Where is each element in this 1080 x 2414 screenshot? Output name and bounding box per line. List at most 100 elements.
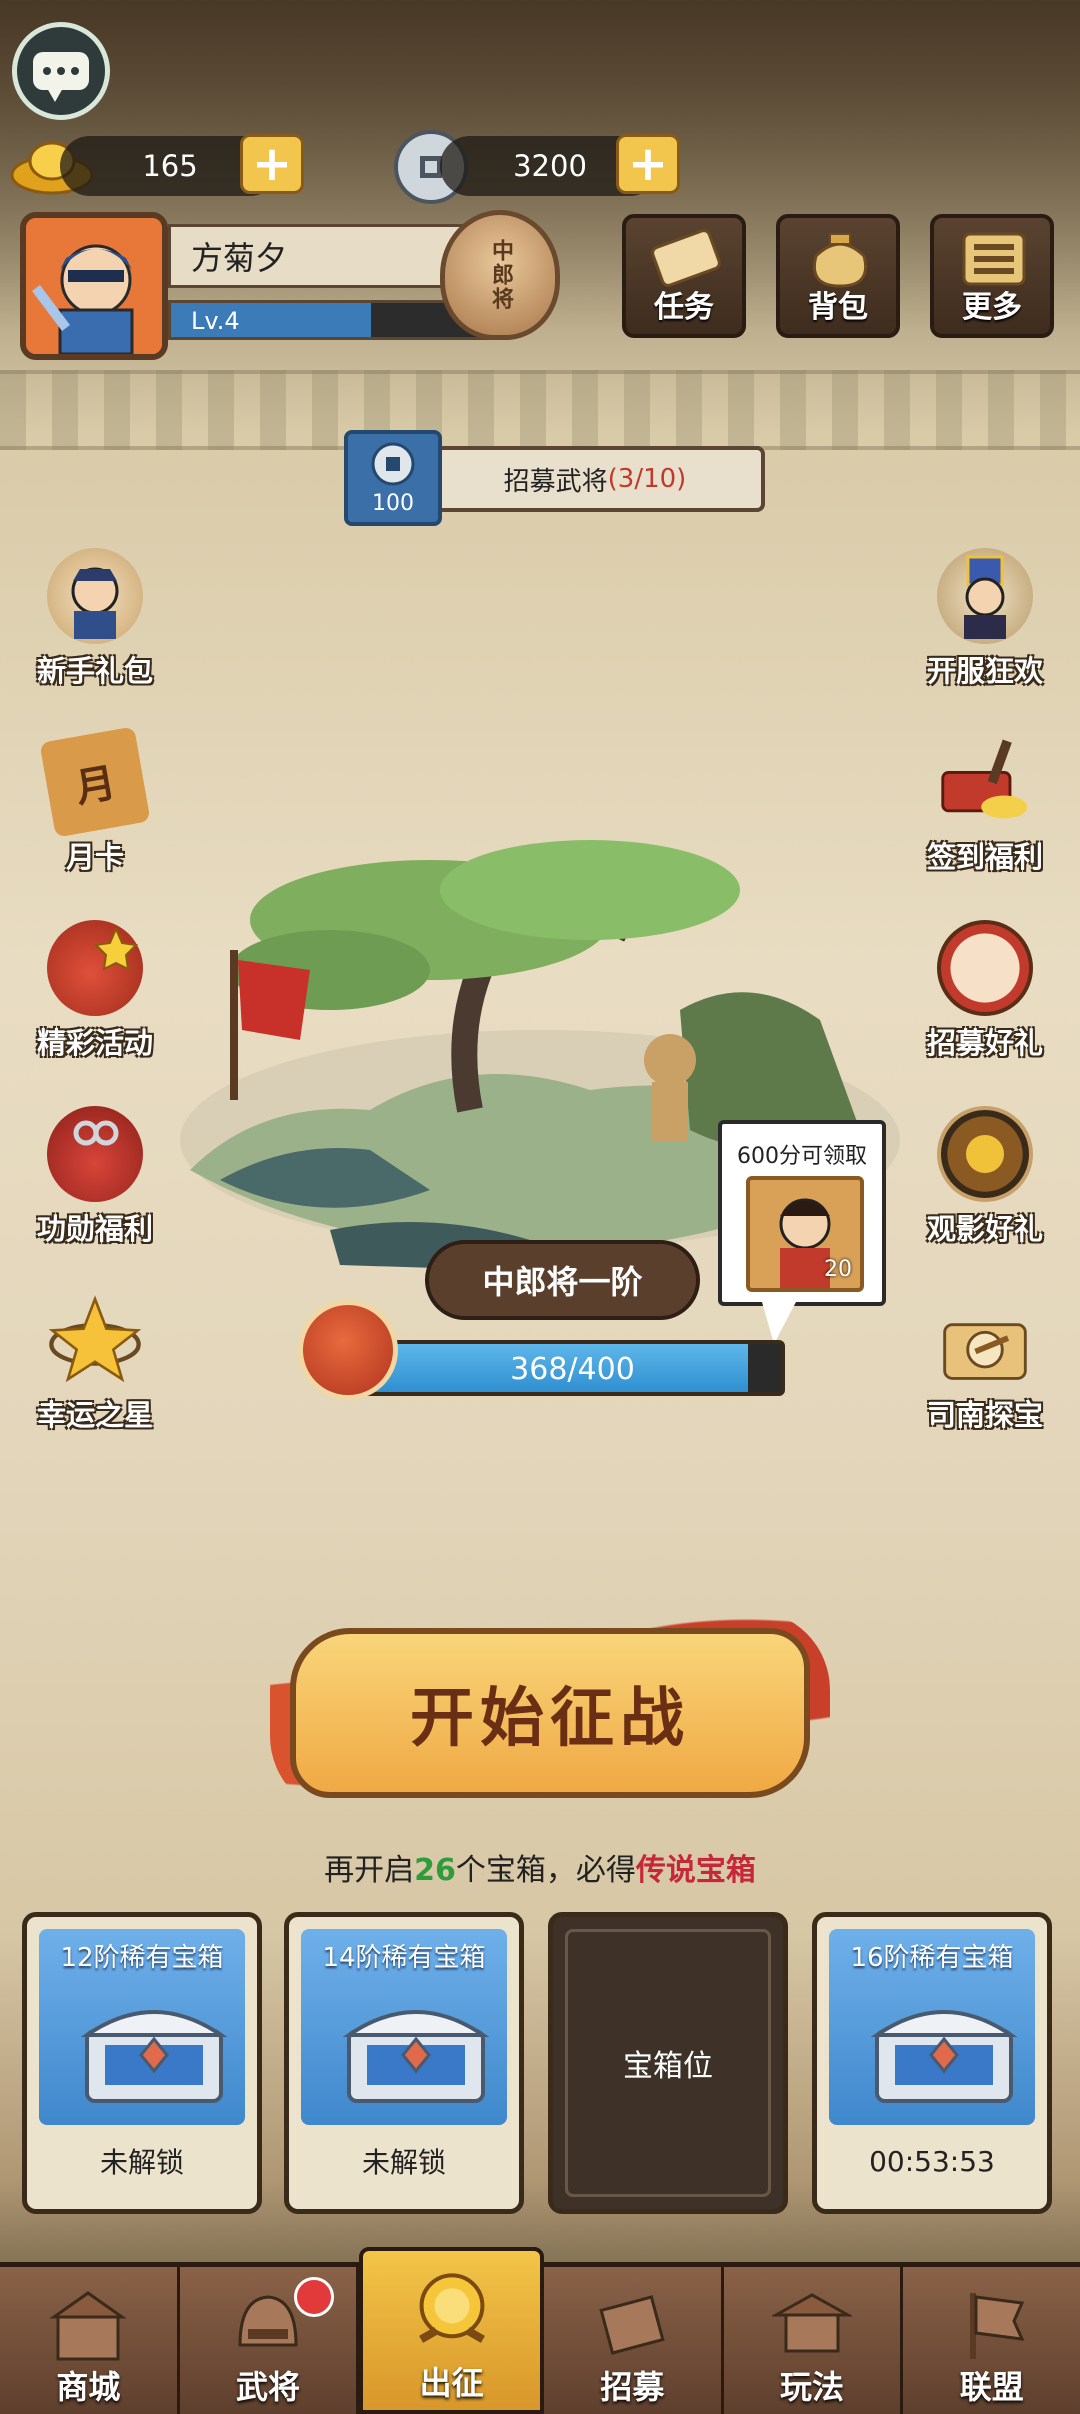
events-label: 精彩活动 — [36, 1026, 153, 1060]
merit-bag-icon — [47, 1106, 143, 1202]
recruit-cost: 100 — [372, 490, 414, 516]
player-avatar[interactable] — [20, 212, 168, 360]
chat-bubble-icon — [33, 52, 89, 102]
chest-hint-legend: 传说宝箱 — [635, 1853, 756, 1888]
nav-generals[interactable]: 武将 — [179, 2267, 360, 2414]
chest-slot-3[interactable]: 宝箱位 — [548, 1912, 788, 2214]
chest-hint-mid: 个宝箱，必得 — [455, 1853, 636, 1888]
more-button[interactable]: 更多 — [930, 214, 1054, 338]
shop-icon — [48, 2285, 128, 2365]
stage-progress-bar: 368/400 — [360, 1340, 785, 1396]
recruit-label: 招募武将 — [503, 466, 608, 497]
newbie-gift-label: 新手礼包 — [36, 654, 153, 688]
star-icon — [47, 1292, 143, 1388]
chest-hint: 再开启26个宝箱，必得传说宝箱 — [0, 1845, 1080, 1889]
notification-badge — [294, 2277, 335, 2317]
signin-welfare-label: 签到福利 — [926, 840, 1043, 874]
lucky-star-label: 幸运之星 — [36, 1398, 153, 1432]
newbie-gift-button[interactable]: 新手礼包 — [10, 548, 180, 698]
nav-expedition[interactable]: 出征 — [359, 2247, 545, 2414]
signin-icon — [937, 734, 1033, 830]
server-carnival-button[interactable]: 开服狂欢 — [900, 548, 1070, 698]
nav-shop-label: 商城 — [56, 2368, 121, 2406]
reward-count: 20 — [824, 1257, 852, 1282]
signin-welfare-button[interactable]: 签到福利 — [900, 734, 1070, 884]
lucky-star-button[interactable]: 幸运之星 — [10, 1292, 180, 1442]
recruit-gift-label: 招募好礼 — [926, 1026, 1043, 1060]
chest-status: 未解锁 — [301, 2125, 507, 2197]
chest-header: 14阶稀有宝箱 — [301, 1929, 507, 2125]
gong-icon — [412, 2269, 492, 2349]
bag-button[interactable]: 背包 — [776, 214, 900, 338]
nav-recruit[interactable]: 招募 — [544, 2267, 724, 2414]
reward-hero-card: 20 — [746, 1176, 864, 1292]
event-bag-icon — [47, 920, 143, 1016]
recruit-coin-icon — [371, 442, 415, 485]
flag-icon — [952, 2285, 1032, 2365]
drum-icon — [937, 920, 1033, 1016]
video-gift-button[interactable]: 观影好礼 — [900, 1106, 1070, 1256]
server-carnival-label: 开服狂欢 — [926, 654, 1043, 688]
nav-shop[interactable]: 商城 — [0, 2267, 180, 2414]
bag-label: 背包 — [808, 290, 868, 325]
events-button[interactable]: 精彩活动 — [10, 920, 180, 1070]
chest-slot-1[interactable]: 12阶稀有宝箱 未解锁 — [22, 1912, 262, 2214]
chest-hint-count: 26 — [414, 1853, 456, 1888]
score-pouch-icon — [298, 1300, 398, 1400]
month-card-icon: 月 — [39, 726, 151, 838]
chest-slot-2[interactable]: 14阶稀有宝箱 未解锁 — [284, 1912, 524, 2214]
nav-gameplay[interactable]: 玩法 — [723, 2267, 904, 2414]
background-band — [0, 370, 1080, 450]
stage-progress-text: 368/400 — [510, 1352, 635, 1387]
recruit-cost-box: 100 — [344, 430, 442, 526]
nav-recruit-label: 招募 — [600, 2368, 665, 2406]
chest-hint-pre: 再开启 — [324, 1853, 415, 1888]
scroll-icon — [648, 228, 724, 290]
video-gift-icon — [937, 1106, 1033, 1202]
chest-header: 12阶稀有宝箱 — [39, 1929, 245, 2125]
compass-icon — [937, 1292, 1033, 1388]
more-label: 更多 — [962, 290, 1022, 325]
empty-chest-slot: 宝箱位 — [565, 1929, 771, 2197]
chest-title: 12阶稀有宝箱 — [60, 1943, 224, 1973]
stage-name: 中郎将一阶 — [425, 1240, 700, 1320]
chest-slot-4[interactable]: 16阶稀有宝箱 00:53:53 — [812, 1912, 1052, 2214]
chest-title: 14阶稀有宝箱 — [322, 1943, 486, 1973]
newbie-gift-icon — [47, 548, 143, 644]
silver-chest-icon — [81, 2010, 227, 2103]
compass-treasure-button[interactable]: 司南探宝 — [900, 1292, 1070, 1442]
video-gift-label: 观影好礼 — [926, 1212, 1043, 1246]
nav-alliance[interactable]: 联盟 — [903, 2267, 1080, 2414]
merit-welfare-label: 功勋福利 — [36, 1212, 153, 1246]
add-coin-button[interactable]: + — [616, 134, 680, 194]
merit-welfare-button[interactable]: 功勋福利 — [10, 1106, 180, 1256]
compass-treasure-label: 司南探宝 — [926, 1398, 1043, 1432]
chest-title: 16阶稀有宝箱 — [850, 1943, 1014, 1973]
add-gold-button[interactable]: + — [240, 134, 304, 194]
silver-chest-icon — [871, 2010, 1017, 2103]
menu-icon — [956, 228, 1032, 290]
rank-badge[interactable]: 中郎将 — [440, 210, 560, 340]
chest-status: 未解锁 — [39, 2125, 245, 2197]
nav-alliance-label: 联盟 — [959, 2368, 1024, 2406]
chest-timer: 00:53:53 — [829, 2125, 1035, 2197]
month-card-label: 月卡 — [65, 840, 124, 874]
recruit-gift-button[interactable]: 招募好礼 — [900, 920, 1070, 1070]
bottom-nav: 商城 武将 出征 招募 玩法 联盟 — [0, 2247, 1080, 2414]
chest-header: 16阶稀有宝箱 — [829, 1929, 1035, 2125]
server-carnival-icon — [937, 548, 1033, 644]
silver-chest-icon — [343, 2010, 489, 2103]
nav-generals-label: 武将 — [236, 2368, 301, 2406]
recruit-progress: (3/10) — [607, 464, 687, 494]
start-battle-button[interactable]: 开始征战 — [290, 1628, 810, 1798]
task-label: 任务 — [654, 290, 714, 325]
recruit-scroll-icon — [592, 2285, 672, 2365]
score-reward-bubble[interactable]: 600分可领取 20 — [718, 1120, 886, 1344]
chat-button[interactable] — [12, 22, 110, 120]
task-button[interactable]: 任务 — [622, 214, 746, 338]
reward-title: 600分可领取 — [737, 1144, 867, 1169]
month-card-button[interactable]: 月 月卡 — [10, 726, 180, 884]
pavilion-icon — [772, 2285, 853, 2365]
bag-icon — [802, 228, 878, 290]
nav-expedition-label: 出征 — [419, 2364, 484, 2402]
